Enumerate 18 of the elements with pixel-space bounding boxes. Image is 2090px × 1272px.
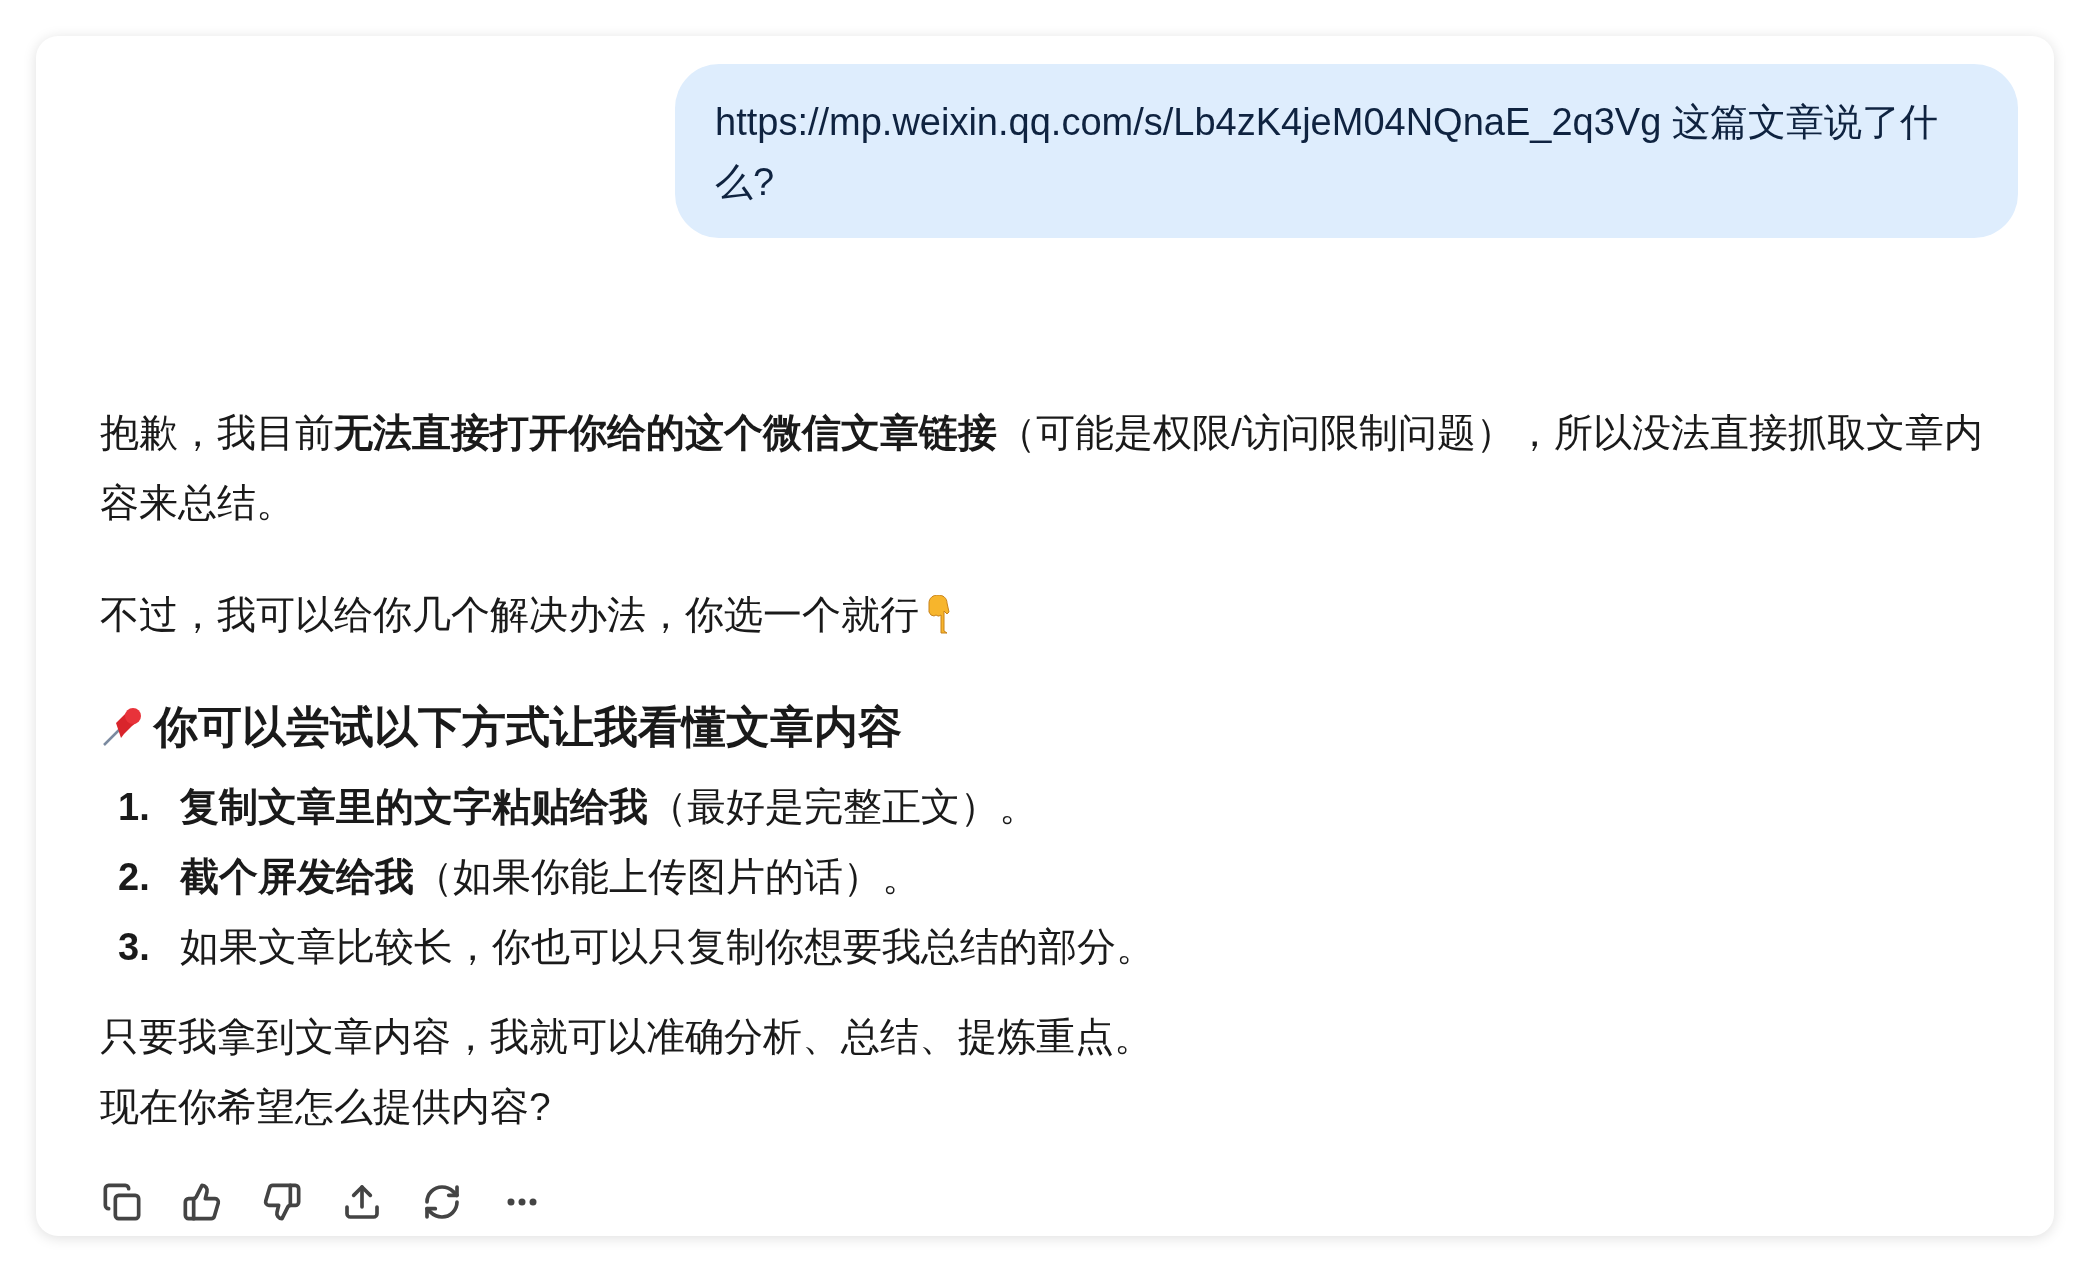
thumbs-down-icon: [262, 1182, 302, 1222]
share-icon: [342, 1182, 382, 1222]
copy-icon: [102, 1182, 142, 1222]
list-item-text: 如果文章比较长，你也可以只复制你想要我总结的部分。: [180, 924, 1155, 970]
reply-paragraph: 不过，我可以给你几个解决办法，你选一个就行: [100, 592, 919, 638]
list-number: 2.: [118, 855, 151, 899]
user-message: https://mp.weixin.qq.com/s/Lb4zK4jeM04NQnaE_2q3Vg 这篇文章说了什么?: [675, 64, 2018, 238]
thumbs-up-icon: [182, 1182, 222, 1222]
section-heading: 你可以尝试以下方式让我看懂文章内容: [154, 701, 902, 753]
refresh-icon: [422, 1182, 462, 1222]
reply-paragraph: 只要我拿到文章内容，我就可以准确分析、总结、提炼重点。: [100, 1014, 1154, 1060]
reply-paragraph: 抱歉，我目前无法直接打开你给的这个微信文章链接（可能是权限/访问限制问题），所以没法直接抓取文章内容来总结。: [100, 410, 1984, 526]
more-icon: [507, 1198, 537, 1206]
list-number: 3.: [118, 925, 151, 969]
list-number: 1.: [118, 785, 151, 829]
list-item-text: 复制文章里的文字粘贴给我（最好是完整正文）。: [180, 784, 1038, 830]
reply-paragraph: 现在你希望怎么提供内容?: [100, 1084, 552, 1130]
list-item-text: 截个屏发给我（如果你能上传图片的话）。: [180, 854, 921, 900]
